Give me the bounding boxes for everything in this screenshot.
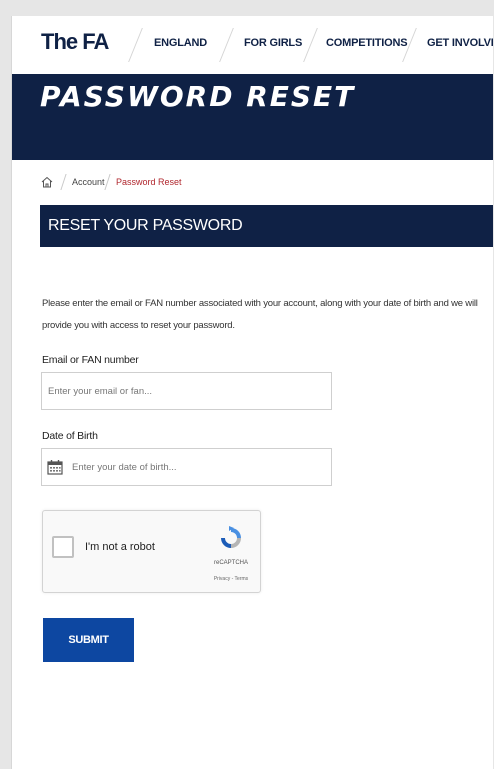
nav-divider bbox=[303, 28, 318, 62]
dob-label: Date of Birth bbox=[42, 430, 98, 442]
section-header: RESET YOUR PASSWORD bbox=[40, 205, 493, 247]
nav-divider bbox=[219, 28, 234, 62]
breadcrumb-item-account[interactable]: Account bbox=[72, 177, 105, 187]
nav-item-get-involved[interactable]: GET INVOLVED bbox=[427, 37, 493, 49]
recaptcha-widget: I'm not a robot reCAPTCHA Privacy - Term… bbox=[42, 510, 261, 593]
nav-item-competitions[interactable]: COMPETITIONS bbox=[326, 37, 408, 49]
recaptcha-label: I'm not a robot bbox=[85, 541, 155, 553]
fa-logo[interactable]: The FA bbox=[41, 29, 109, 55]
email-label: Email or FAN number bbox=[42, 354, 139, 366]
recaptcha-logo-icon bbox=[221, 526, 241, 548]
breadcrumb: Account Password Reset bbox=[12, 160, 493, 206]
hero-banner: PASSWORD RESET bbox=[12, 74, 493, 160]
nav-item-england[interactable]: ENGLAND bbox=[154, 37, 207, 49]
breadcrumb-item-password-reset: Password Reset bbox=[116, 177, 182, 187]
email-input[interactable] bbox=[41, 372, 332, 410]
top-navigation: The FA ENGLAND FOR GIRLS COMPETITIONS GE… bbox=[12, 16, 493, 74]
browser-page: The FA ENGLAND FOR GIRLS COMPETITIONS GE… bbox=[11, 16, 493, 769]
breadcrumb-separator bbox=[60, 174, 67, 190]
recaptcha-checkbox[interactable] bbox=[52, 536, 74, 558]
recaptcha-brand: reCAPTCHA bbox=[213, 560, 248, 566]
page-title: PASSWORD RESET bbox=[40, 80, 356, 113]
intro-text: Please enter the email or FAN number ass… bbox=[42, 298, 478, 331]
home-icon[interactable] bbox=[41, 176, 53, 188]
dob-input[interactable] bbox=[41, 448, 332, 486]
nav-item-for-girls[interactable]: FOR GIRLS bbox=[244, 37, 302, 49]
breadcrumb-separator bbox=[104, 174, 111, 190]
nav-divider bbox=[128, 28, 143, 62]
calendar-icon[interactable] bbox=[47, 459, 63, 475]
submit-button[interactable]: SUBMIT bbox=[43, 618, 134, 662]
section-title: RESET YOUR PASSWORD bbox=[48, 217, 243, 234]
recaptcha-links[interactable]: Privacy - Terms bbox=[203, 576, 259, 582]
